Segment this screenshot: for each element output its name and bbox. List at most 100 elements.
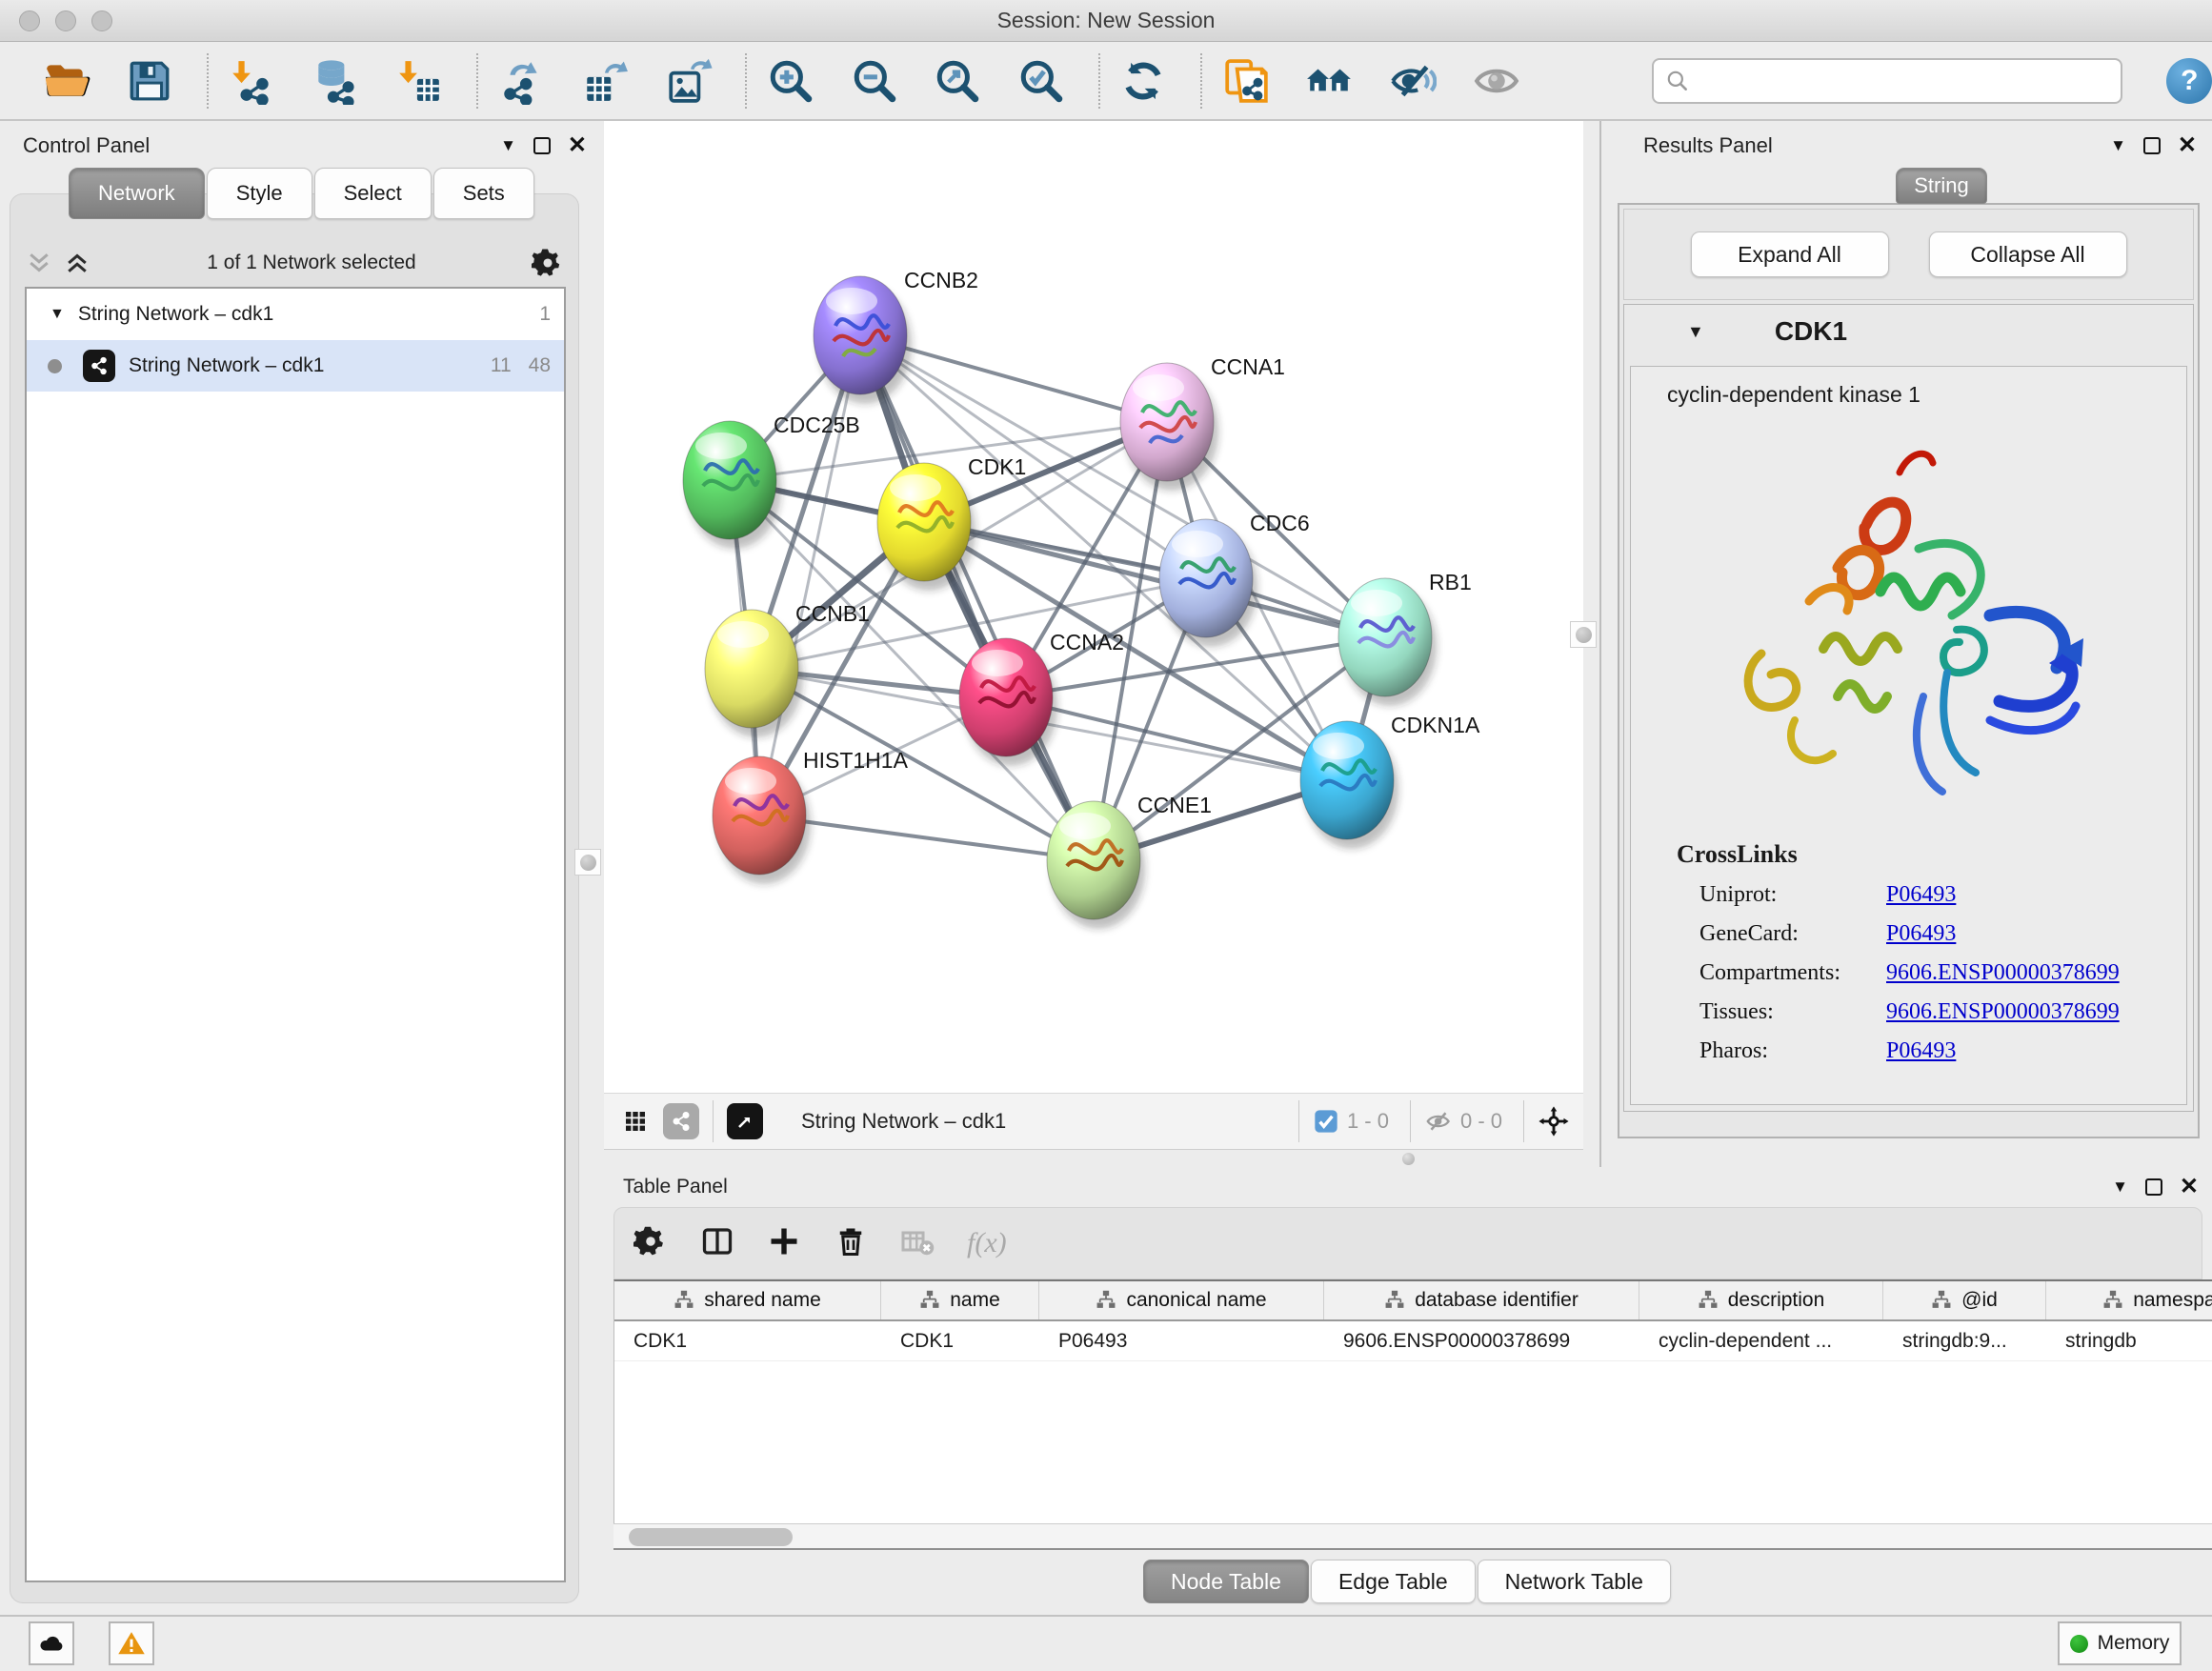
column-header--id[interactable]: @id [1883,1281,2046,1319]
column-header-namespace[interactable]: namespace [2046,1281,2212,1319]
crosslink-value-link[interactable]: 9606.ENSP00000378699 [1886,960,2120,986]
crosslink-value-link[interactable]: P06493 [1886,921,1956,947]
database-icon [312,57,359,105]
create-column-button[interactable] [767,1224,801,1263]
open-session-button[interactable] [40,54,93,108]
export-image-button[interactable] [662,54,715,108]
table-settings-button[interactable] [633,1224,668,1263]
h-scrollbar-thumb[interactable] [629,1528,793,1546]
export-network-button[interactable] [495,54,549,108]
zoom-selected-button[interactable] [1015,54,1068,108]
network-collection-row[interactable]: ▼ String Network – cdk1 1 [27,289,564,340]
network-node[interactable] [877,463,975,591]
table-row[interactable]: CDK1CDK1P064939606.ENSP00000378699cyclin… [614,1321,2212,1361]
hide-selection-button[interactable] [1386,54,1439,108]
network-edge[interactable] [759,335,860,815]
tab-edge-table[interactable]: Edge Table [1311,1560,1476,1603]
grid-view-button[interactable] [617,1103,654,1139]
tab-sets[interactable]: Sets [433,168,534,219]
right-splitter-handle[interactable] [1570,621,1597,648]
tab-node-table[interactable]: Node Table [1143,1560,1309,1603]
network-canvas[interactable]: CCNB2CCNA1CDC25BCDK1CDC6RB1CCNB1CCNA2CDK… [604,121,1583,1093]
control-panel-float-button[interactable] [533,137,551,154]
network-node[interactable] [1300,721,1398,849]
memory-status-dot-icon [2070,1635,2088,1653]
show-all-button[interactable] [1470,54,1523,108]
column-header-description[interactable]: description [1639,1281,1883,1319]
delete-column-button[interactable] [834,1224,868,1263]
network-row[interactable]: String Network – cdk1 11 48 [27,340,564,392]
column-header-name[interactable]: name [881,1281,1039,1319]
first-neighbors-button[interactable] [1303,54,1357,108]
collapse-all-button[interactable]: Collapse All [1929,232,2127,277]
network-node[interactable] [959,638,1057,766]
maximize-window-button[interactable] [91,10,112,31]
export-table-button[interactable] [578,54,632,108]
tab-select[interactable]: Select [314,168,432,219]
tab-style[interactable]: Style [207,168,312,219]
pan-crosshair-icon[interactable] [1538,1105,1570,1137]
results-panel-close-button[interactable]: ✕ [2178,134,2197,157]
gear-icon[interactable] [532,247,564,279]
splitter-handle-dot[interactable] [1402,1153,1415,1165]
string-view-button[interactable] [663,1103,699,1139]
column-header-database-identifier[interactable]: database identifier [1324,1281,1639,1319]
results-panel-float-button[interactable] [2143,137,2161,154]
tab-string[interactable]: String [1896,168,1987,204]
horizontal-splitter[interactable] [604,1150,1583,1167]
cloud-icon [37,1629,66,1658]
memory-button[interactable]: Memory [2058,1621,2182,1665]
cloud-status-button[interactable] [29,1621,74,1665]
minimize-window-button[interactable] [55,10,76,31]
crosslink-value-link[interactable]: P06493 [1886,1038,1956,1064]
horizontal-scrollbar[interactable] [613,1523,2212,1550]
zoom-out-button[interactable] [848,54,901,108]
save-session-button[interactable] [124,54,177,108]
network-node[interactable] [713,756,811,884]
network-node[interactable] [1047,801,1145,929]
import-table-from-file-button[interactable] [392,54,446,108]
network-node[interactable] [1159,519,1257,647]
collapse-all-icon[interactable] [25,249,53,277]
expand-all-icon[interactable] [63,249,91,277]
gene-card-expander-icon[interactable]: ▼ [1687,322,1704,342]
network-node[interactable] [1338,578,1437,706]
column-header-canonical-name[interactable]: canonical name [1039,1281,1324,1319]
close-window-button[interactable] [19,10,40,31]
tab-network[interactable]: Network [69,168,205,219]
crosslink-value-link[interactable]: P06493 [1886,882,1956,908]
column-header-shared-name[interactable]: shared name [614,1281,881,1319]
hidden-nodes-edges-count: 0 - 0 [1460,1109,1502,1134]
hidden-eye-slash-icon[interactable] [1424,1107,1453,1136]
import-network-from-database-button[interactable] [310,54,363,108]
show-columns-button[interactable] [700,1224,734,1263]
control-panel-menu-button[interactable]: ▼ [500,136,516,155]
network-node[interactable] [1120,363,1218,491]
control-panel-close-button[interactable]: ✕ [568,134,587,157]
refresh-view-button[interactable] [1117,54,1171,108]
table-panel-close-button[interactable]: ✕ [2180,1176,2199,1198]
import-network-from-file-button[interactable] [226,54,279,108]
zoom-in-button[interactable] [764,54,817,108]
results-panel-menu-button[interactable]: ▼ [2110,136,2126,155]
network-node[interactable] [705,610,803,737]
help-button[interactable]: ? [2166,58,2212,104]
birdseye-view-button[interactable] [727,1103,763,1139]
network-edge[interactable] [860,335,1094,860]
crosslink-value-link[interactable]: 9606.ENSP00000378699 [1886,999,2120,1025]
warnings-button[interactable] [109,1621,154,1665]
network-node[interactable] [814,276,912,404]
left-splitter-handle[interactable] [574,849,601,876]
selected-checkbox-icon[interactable] [1313,1108,1339,1135]
expand-all-button[interactable]: Expand All [1691,232,1889,277]
zoom-fit-button[interactable] [931,54,984,108]
gene-card-cdk1: ▼ CDK1 cyclin-dependent kinase 1 [1623,304,2194,1112]
table-panel-float-button[interactable] [2145,1178,2162,1196]
search-input[interactable] [1698,70,2109,92]
new-network-from-selection-button[interactable] [1219,54,1273,108]
table-panel-menu-button[interactable]: ▼ [2112,1178,2128,1197]
tree-expander-icon[interactable]: ▼ [50,306,65,323]
tab-network-table[interactable]: Network Table [1478,1560,1671,1603]
table-cell: cyclin-dependent ... [1639,1321,1883,1360]
delete-table-icon [900,1224,935,1258]
